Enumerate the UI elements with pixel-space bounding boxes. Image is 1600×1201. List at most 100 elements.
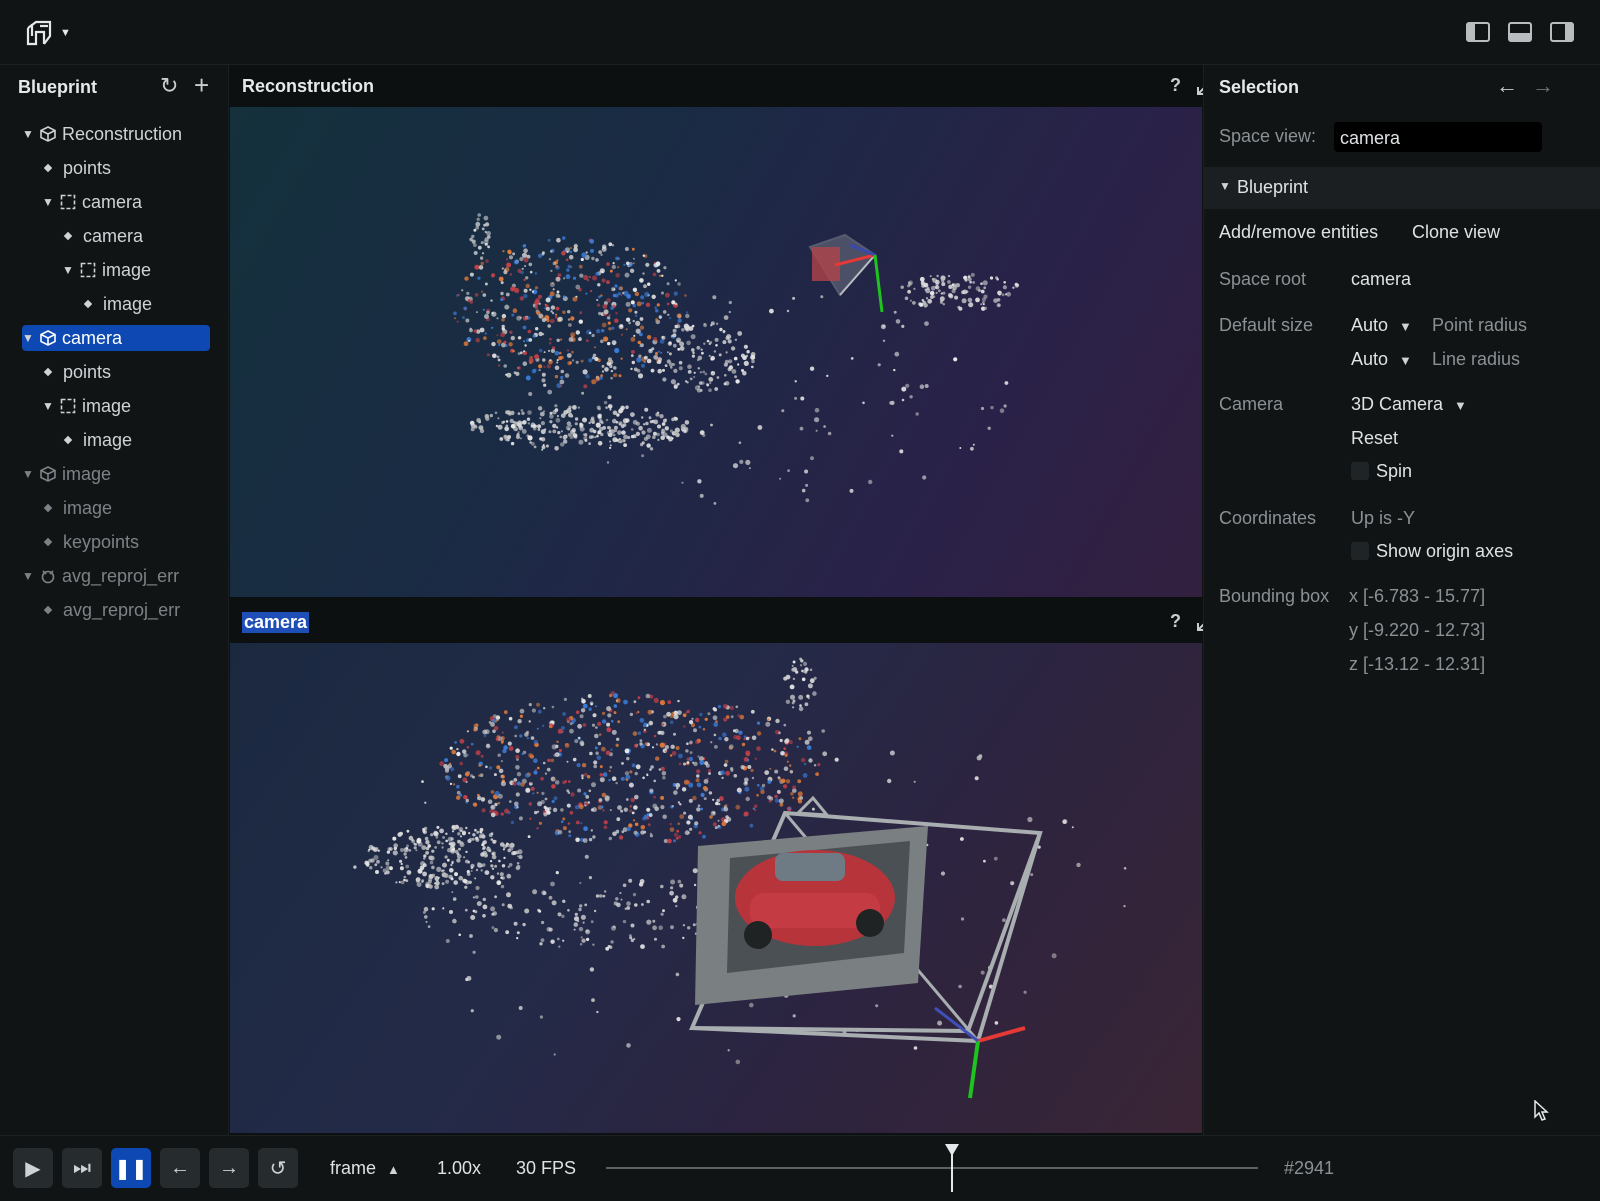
tree-item-points[interactable]: points [42, 155, 111, 181]
tree-item-image[interactable]: ▼ image [22, 461, 111, 487]
point-cloud-point [681, 894, 687, 900]
space-view-name-field[interactable]: camera [1334, 122, 1542, 152]
clone-view-button[interactable]: Clone view [1412, 222, 1500, 243]
point-cloud-point [631, 350, 635, 354]
fps-setting[interactable]: 30 FPS [516, 1158, 576, 1179]
point-cloud-point [588, 707, 592, 711]
tree-item-avg-reproj-err[interactable]: ▼ avg_reproj_err [22, 563, 179, 589]
expand-triangle-icon[interactable]: ▼ [42, 195, 54, 209]
point-cloud-point [551, 744, 557, 750]
point-cloud-point [462, 316, 465, 319]
point-size-dropdown[interactable]: Auto ▼ [1351, 315, 1412, 336]
tree-item-image[interactable]: image [42, 495, 112, 521]
point-cloud-point [536, 827, 539, 830]
playback-speed[interactable]: 1.00x [437, 1158, 481, 1179]
viewport-3d-reconstruction[interactable] [230, 107, 1202, 597]
point-cloud-point [631, 247, 635, 251]
point-cloud-point [626, 906, 631, 910]
point-cloud-point [512, 349, 515, 353]
tree-item-image[interactable]: image [62, 427, 132, 453]
point-cloud-point [692, 923, 696, 927]
add-space-view-icon[interactable]: + [194, 70, 209, 101]
show-origin-axes-checkbox[interactable] [1351, 542, 1369, 560]
point-cloud-point [980, 282, 983, 285]
point-cloud-point [620, 333, 624, 336]
line-size-dropdown[interactable]: Auto ▼ [1351, 349, 1412, 370]
camera-kind-dropdown[interactable]: 3D Camera ▼ [1351, 394, 1467, 415]
point-cloud-point [716, 376, 720, 379]
point-cloud-point [684, 420, 690, 425]
tree-item-points[interactable]: points [42, 359, 111, 385]
point-cloud-point [712, 811, 716, 815]
reset-blueprint-icon[interactable]: ↻ [160, 73, 178, 99]
loop-button[interactable]: ↺ [258, 1148, 298, 1188]
point-cloud-point [603, 309, 609, 315]
help-icon[interactable]: ? [1170, 75, 1181, 96]
expand-triangle-icon[interactable]: ▼ [22, 569, 34, 583]
point-cloud-point [478, 265, 484, 270]
point-cloud-point [506, 258, 509, 261]
point-cloud-point [657, 359, 662, 364]
viewport-3d-camera[interactable] [230, 643, 1202, 1133]
camera-point-cloud-view[interactable] [230, 643, 1202, 1133]
play-button[interactable]: ▶ [13, 1148, 53, 1188]
point-cloud-point [604, 796, 610, 802]
step-end-button[interactable]: ⏭ [62, 1148, 102, 1188]
tree-item-keypoints[interactable]: keypoints [42, 529, 139, 555]
point-cloud-point [611, 729, 617, 735]
point-cloud-point [609, 765, 613, 769]
point-cloud-point [799, 657, 802, 661]
expand-triangle-icon[interactable]: ▼ [22, 467, 34, 481]
blueprint-section-header[interactable]: ▼ Blueprint [1204, 167, 1600, 209]
tree-item-camera[interactable]: camera [62, 223, 143, 249]
point-cloud-point [543, 365, 546, 368]
view-header-reconstruction[interactable]: Reconstruction ? [230, 65, 1215, 107]
toggle-left-panel-icon[interactable] [1466, 22, 1490, 42]
tree-item-avg-reproj-err[interactable]: avg_reproj_err [42, 597, 180, 623]
tree-item-image[interactable]: image [82, 291, 152, 317]
expand-triangle-icon[interactable]: ▼ [22, 127, 34, 141]
point-cloud-point [543, 383, 547, 387]
spin-checkbox[interactable] [1351, 462, 1369, 480]
point-cloud-point [714, 826, 718, 830]
point-cloud-point [639, 442, 644, 447]
step-back-button[interactable]: ← [160, 1148, 200, 1188]
forward-arrow-icon[interactable]: → [1532, 73, 1554, 99]
expand-triangle-icon[interactable]: ▼ [62, 263, 74, 277]
tree-item-image[interactable]: ▼ image [62, 257, 151, 283]
point-cloud-point [594, 746, 598, 750]
add-remove-entities-button[interactable]: Add/remove entities [1219, 222, 1378, 243]
tree-item-image[interactable]: ▼ image [42, 393, 131, 419]
toggle-right-panel-icon[interactable] [1550, 22, 1574, 42]
tree-item-Reconstruction[interactable]: ▼ Reconstruction [22, 121, 182, 147]
time-scrubber-handle[interactable] [944, 1142, 960, 1192]
point-cloud-point [534, 768, 538, 772]
help-icon[interactable]: ? [1170, 611, 1181, 632]
toggle-bottom-panel-icon[interactable] [1508, 22, 1532, 42]
point-cloud-point [403, 875, 407, 879]
point-cloud-point [557, 728, 563, 734]
expand-triangle-icon[interactable]: ▼ [22, 331, 34, 345]
back-arrow-icon[interactable]: ← [1496, 73, 1518, 99]
step-forward-button[interactable]: → [209, 1148, 249, 1188]
point-cloud-point [592, 943, 595, 946]
point-cloud-point [525, 283, 530, 289]
point-cloud-point [702, 727, 706, 731]
point-cloud-point [660, 431, 665, 435]
tree-item-camera[interactable]: ▼ camera [42, 189, 142, 215]
pause-button[interactable]: ❚❚ [111, 1148, 151, 1188]
point-cloud-point [567, 264, 572, 269]
view-header-camera[interactable]: camera ? [230, 601, 1215, 643]
app-menu-button[interactable]: ▼ [24, 16, 84, 50]
reset-camera-button[interactable]: Reset [1351, 428, 1398, 449]
point-cloud-point [784, 753, 788, 757]
point-cloud-point [691, 348, 695, 352]
point-cloud-point [653, 354, 659, 360]
point-cloud-point [619, 423, 622, 426]
expand-triangle-icon[interactable]: ▼ [42, 399, 54, 413]
timeline-track[interactable] [606, 1167, 1258, 1169]
point-cloud-view[interactable] [230, 107, 1202, 597]
tree-item-camera[interactable]: ▼ camera [22, 325, 210, 351]
timeline-selector[interactable]: frame ▲ [330, 1158, 400, 1179]
point-cloud-point [543, 351, 546, 354]
